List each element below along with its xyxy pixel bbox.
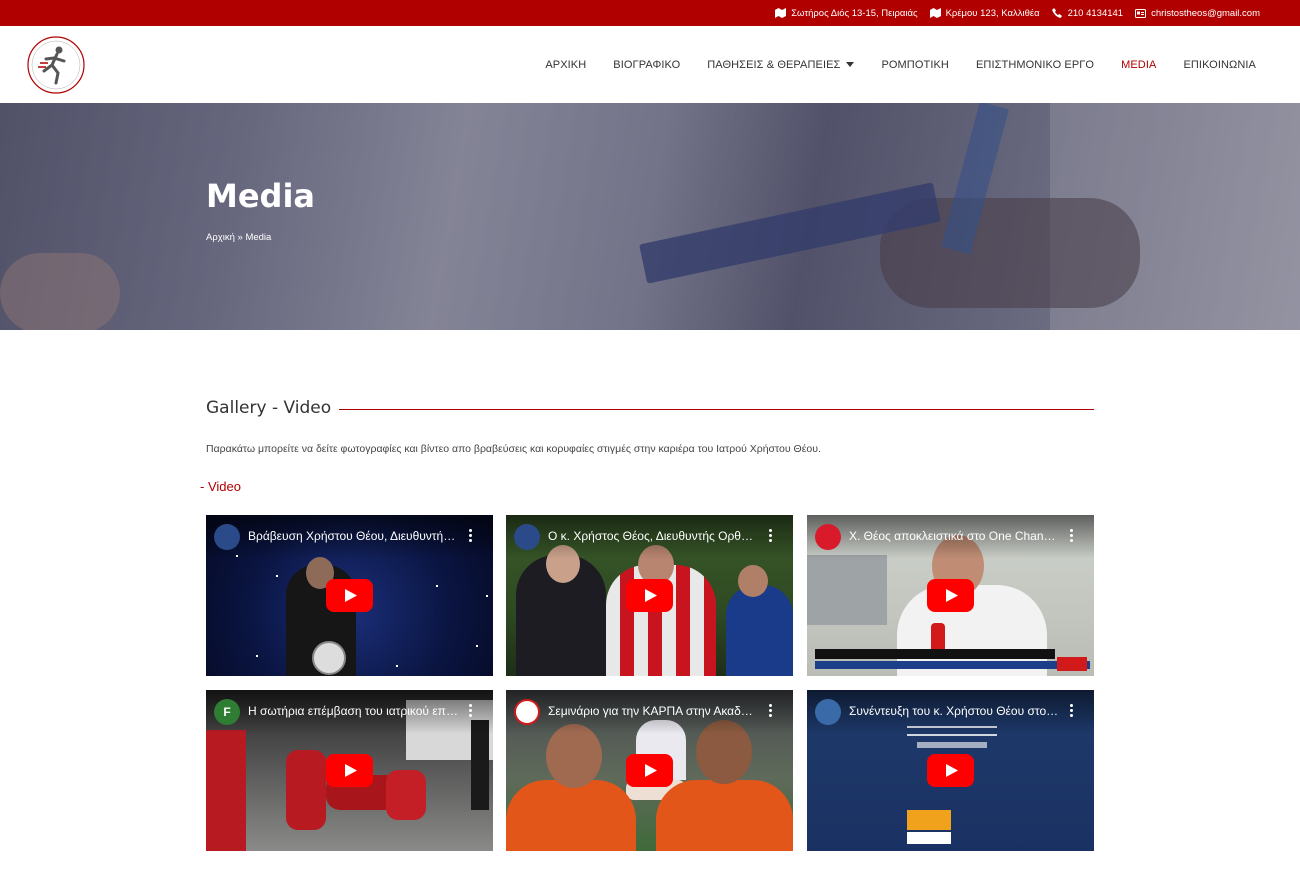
breadcrumb-current: Media — [245, 232, 272, 243]
nav-item-robotics[interactable]: ΡΟΜΠΟΤΙΚΗ — [881, 59, 949, 71]
channel-avatar[interactable]: F — [214, 699, 240, 725]
map-icon — [929, 8, 941, 19]
more-options-icon[interactable] — [1070, 529, 1074, 543]
video-title[interactable]: Βράβευση Χρήστου Θέου, Διευθυντή Ορθοπαι… — [248, 529, 458, 543]
more-options-icon[interactable] — [769, 704, 773, 718]
map-icon — [775, 8, 787, 19]
breadcrumb-home-link[interactable]: Αρχική — [206, 232, 235, 243]
topbar-address-kallithea[interactable]: Κρέμου 123, Καλλιθέα — [929, 8, 1040, 19]
nav-item-bio[interactable]: ΒΙΟΓΡΑΦΙΚΟ — [613, 59, 680, 71]
topbar-phone[interactable]: 210 4134141 — [1052, 8, 1123, 19]
nav-item-contact[interactable]: ΕΠΙΚΟΙΝΩΝΙΑ — [1183, 59, 1256, 71]
topbar-address-piraeus[interactable]: Σωτήρος Διός 13-15, Πειραιάς — [775, 8, 918, 19]
channel-avatar[interactable] — [514, 699, 540, 725]
runner-logo-icon — [27, 36, 85, 94]
more-options-icon[interactable] — [769, 529, 773, 543]
channel-badge — [1057, 657, 1087, 671]
more-options-icon[interactable] — [469, 529, 473, 543]
youtube-play-icon[interactable] — [626, 754, 673, 787]
more-options-icon[interactable] — [1070, 704, 1074, 718]
video-embed-5[interactable]: Σεμινάριο για την ΚΑΡΠΑ στην Ακαδημία — [506, 690, 793, 851]
player-orange-shirt — [506, 780, 636, 851]
nav-item-media[interactable]: MEDIA — [1121, 59, 1156, 71]
more-options-icon[interactable] — [469, 704, 473, 718]
video-embed-2[interactable]: Ο κ. Χρήστος Θέος, Διευθυντής Ορθοπαιδικ… — [506, 515, 793, 676]
youtube-play-icon[interactable] — [326, 579, 373, 612]
video-embed-1[interactable]: Βράβευση Χρήστου Θέου, Διευθυντή Ορθοπαι… — [206, 515, 493, 676]
player-orange-shirt — [656, 780, 793, 851]
breadcrumb: Αρχική » Media — [206, 232, 272, 243]
youtube-play-icon[interactable] — [927, 579, 974, 612]
video-title[interactable]: Συνέντευξη του κ. Χρήστου Θέου στο Metro… — [849, 704, 1059, 718]
site-header: ΑΡΧΙΚΗ ΒΙΟΓΡΑΦΙΚΟ ΠΑΘΗΣΕΙΣ & ΘΕΡΑΠΕΙΕΣ Ρ… — [0, 26, 1300, 103]
video-title[interactable]: Ο κ. Χρήστος Θέος, Διευθυντής Ορθοπαιδικ… — [548, 529, 758, 543]
youtube-play-icon[interactable] — [326, 754, 373, 787]
channel-avatar[interactable] — [514, 524, 540, 550]
main-nav: ΑΡΧΙΚΗ ΒΙΟΓΡΑΦΙΚΟ ΠΑΘΗΣΕΙΣ & ΘΕΡΑΠΕΙΕΣ Ρ… — [545, 26, 1256, 103]
intro-text: Παρακάτω μπορείτε να δείτε φωτογραφίες κ… — [206, 443, 821, 455]
video-embed-6[interactable]: Συνέντευξη του κ. Χρήστου Θέου στο Metro… — [807, 690, 1094, 851]
top-contact-bar: Σωτήρος Διός 13-15, Πειραιάς Κρέμου 123,… — [0, 0, 1300, 26]
page-hero-banner: Media Αρχική » Media — [0, 103, 1300, 330]
video-title[interactable]: Χ. Θέος αποκλειστικά στο One Channel — [849, 529, 1059, 543]
section-divider — [339, 408, 1094, 410]
video-title[interactable]: Σεμινάριο για την ΚΑΡΠΑ στην Ακαδημία — [548, 704, 758, 718]
section-title: Gallery - Video — [206, 398, 332, 418]
video-embed-4[interactable]: F Η σωτήρια επέμβαση του ιατρικού επιτελ… — [206, 690, 493, 851]
id-card-icon — [1135, 8, 1147, 19]
channel-avatar[interactable] — [815, 699, 841, 725]
nav-item-home[interactable]: ΑΡΧΙΚΗ — [545, 59, 586, 71]
video-title[interactable]: Η σωτήρια επέμβαση του ιατρικού επιτελεί… — [248, 704, 458, 718]
youtube-play-icon[interactable] — [927, 754, 974, 787]
video-subheading: - Video — [200, 479, 241, 494]
youtube-play-icon[interactable] — [626, 579, 673, 612]
channel-avatar[interactable] — [815, 524, 841, 550]
gallery-section-header: Gallery - Video — [206, 396, 1094, 420]
channel-avatar[interactable] — [214, 524, 240, 550]
topbar-email[interactable]: christostheos@gmail.com — [1135, 8, 1260, 19]
nav-item-scientific-work[interactable]: ΕΠΙΣΤΗΜΟΝΙΚΟ ΕΡΓΟ — [976, 59, 1094, 71]
site-logo[interactable] — [26, 35, 86, 95]
video-embed-3[interactable]: Χ. Θέος αποκλειστικά στο One Channel — [807, 515, 1094, 676]
caret-down-icon — [846, 62, 855, 67]
phone-icon — [1052, 8, 1063, 19]
nav-item-conditions[interactable]: ΠΑΘΗΣΕΙΣ & ΘΕΡΑΠΕΙΕΣ — [707, 59, 855, 71]
thema-badge — [907, 810, 951, 830]
award-ball — [312, 641, 346, 675]
page-title: Media — [206, 177, 316, 215]
